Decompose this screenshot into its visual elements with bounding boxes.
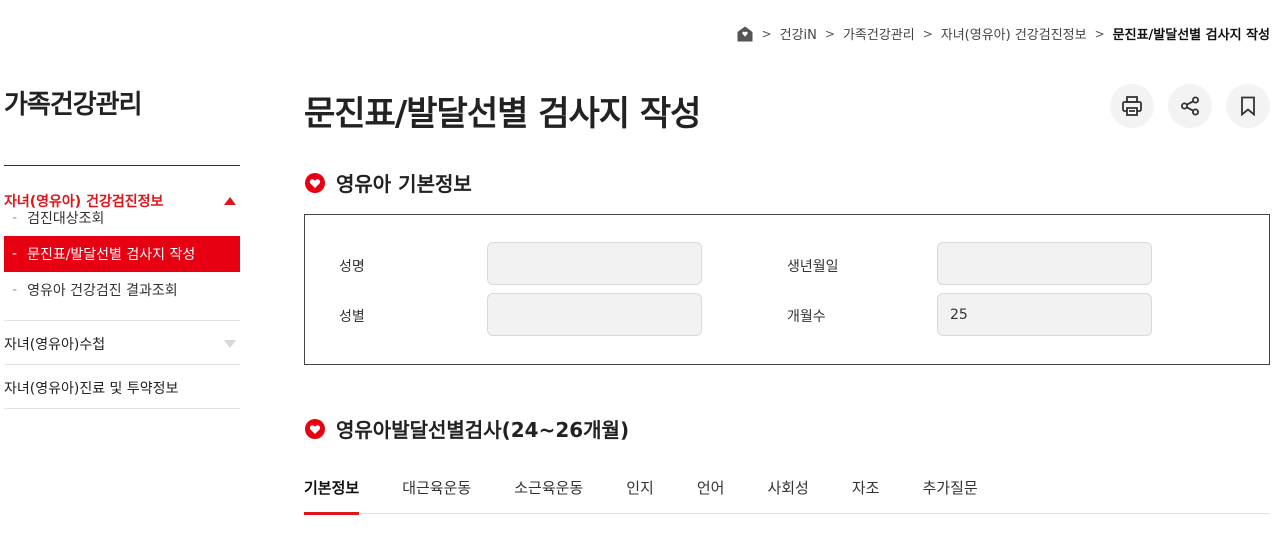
- sidebar-group-label: 자녀(영유아)진료 및 투약정보: [4, 380, 179, 397]
- months-field[interactable]: 25: [937, 293, 1152, 336]
- dash-icon: -: [12, 210, 18, 226]
- months-label: 개월수: [787, 309, 826, 325]
- section-title-basic-info: 영유아 기본정보: [304, 168, 472, 197]
- dash-icon: -: [12, 246, 18, 262]
- birthdate-label: 생년월일: [787, 259, 839, 275]
- sidebar-item-questionnaire[interactable]: - 문진표/발달선별 검사지 작성: [4, 236, 240, 272]
- sidebar-item-checkup-result[interactable]: - 영유아 건강검진 결과조회: [4, 272, 240, 308]
- breadcrumb: > 건강iN > 가족건강관리 > 자녀(영유아) 건강검진정보 > 문진표/발…: [736, 24, 1270, 43]
- chevron-right-icon: >: [922, 26, 933, 41]
- tab-sociality[interactable]: 사회성: [767, 466, 808, 514]
- screening-tabs: 기본정보 대근육운동 소근육운동 인지 언어 사회성 자조 추가질문: [304, 466, 1270, 515]
- basic-info-box: 성명 생년월일 성별 개월수 25: [304, 214, 1270, 365]
- share-icon: [1181, 96, 1199, 116]
- caret-down-icon: [224, 339, 236, 348]
- birthdate-field[interactable]: [937, 242, 1152, 285]
- heart-badge-icon: [305, 418, 325, 439]
- chevron-right-icon: >: [1094, 26, 1105, 41]
- sidebar-item-label: 영유아 건강검진 결과조회: [27, 283, 178, 299]
- breadcrumb-current: 문진표/발달선별 검사지 작성: [1112, 28, 1270, 43]
- tab-additional-questions[interactable]: 추가질문: [922, 466, 977, 514]
- name-field[interactable]: [487, 242, 702, 285]
- tab-basic-info[interactable]: 기본정보: [304, 466, 360, 515]
- tab-self-help[interactable]: 자조: [852, 466, 880, 514]
- section-title-text: 영유아 기본정보: [336, 172, 472, 196]
- bookmark-button[interactable]: [1226, 84, 1270, 128]
- sidebar: 가족건강관리 자녀(영유아) 건강검진정보 - 검진대상조회 - 문진표/발달선…: [4, 84, 240, 409]
- breadcrumb-item[interactable]: 가족건강관리: [843, 24, 915, 43]
- home-icon[interactable]: [736, 25, 754, 43]
- dash-icon: -: [12, 282, 18, 298]
- section-title-text: 영유아발달선별검사(24~26개월): [336, 418, 630, 442]
- section-title-screening: 영유아발달선별검사(24~26개월): [304, 414, 629, 443]
- tab-gross-motor[interactable]: 대근육운동: [402, 466, 471, 514]
- print-icon: [1122, 96, 1142, 116]
- sex-field[interactable]: [487, 293, 702, 336]
- breadcrumb-item[interactable]: 자녀(영유아) 건강검진정보: [941, 24, 1087, 43]
- page-tools: [1110, 84, 1270, 128]
- tab-cognition[interactable]: 인지: [626, 466, 654, 514]
- tab-language[interactable]: 언어: [697, 466, 725, 514]
- sidebar-group-handbook[interactable]: 자녀(영유아)수첩: [4, 321, 240, 365]
- tab-fine-motor[interactable]: 소근육운동: [514, 466, 583, 514]
- sidebar-item-label: 검진대상조회: [27, 211, 105, 227]
- print-button[interactable]: [1110, 84, 1154, 128]
- sidebar-group-treatment[interactable]: 자녀(영유아)진료 및 투약정보: [4, 365, 240, 409]
- divider: [4, 308, 240, 321]
- breadcrumb-item[interactable]: 건강iN: [780, 24, 817, 43]
- share-button[interactable]: [1168, 84, 1212, 128]
- sex-label: 성별: [339, 309, 365, 325]
- caret-up-icon: [224, 197, 236, 205]
- name-label: 성명: [339, 259, 365, 275]
- page-title: 문진표/발달선별 검사지 작성: [304, 94, 701, 134]
- chevron-right-icon: >: [824, 26, 835, 41]
- chevron-right-icon: >: [761, 26, 772, 41]
- sidebar-group-label: 자녀(영유아)수첩: [4, 336, 106, 353]
- bookmark-icon: [1241, 96, 1255, 117]
- heart-badge-icon: [305, 172, 325, 193]
- sidebar-title: 가족건강관리: [4, 90, 143, 120]
- sidebar-item-label: 문진표/발달선별 검사지 작성: [27, 247, 196, 263]
- sidebar-submenu: - 검진대상조회 - 문진표/발달선별 검사지 작성 - 영유아 건강검진 결과…: [4, 200, 240, 321]
